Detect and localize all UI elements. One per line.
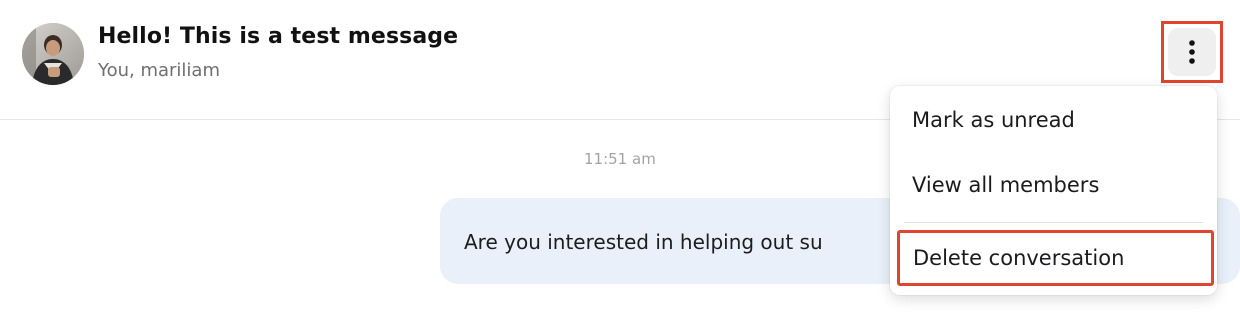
menu-item-view-all-members[interactable]: View all members (890, 157, 1217, 213)
conversation-options-menu: Mark as unread View all members Delete c… (890, 86, 1217, 295)
message-timestamp: 11:51 am (584, 150, 656, 168)
conversation-view: Hello! This is a test message You, maril… (0, 0, 1240, 322)
message-text: Are you interested in helping out su (464, 230, 823, 254)
menu-item-label: Mark as unread (912, 108, 1075, 132)
menu-item-label: Delete conversation (913, 246, 1125, 270)
more-vertical-icon (1189, 40, 1195, 64)
menu-divider (904, 222, 1203, 223)
avatar-photo (22, 23, 84, 85)
conversation-title: Hello! This is a test message (98, 24, 459, 49)
menu-item-mark-as-unread[interactable]: Mark as unread (890, 92, 1217, 148)
avatar[interactable] (22, 23, 84, 85)
more-options-button-bg (1168, 28, 1216, 76)
menu-item-label: View all members (912, 173, 1100, 197)
conversation-participants: You, mariliam (98, 60, 221, 81)
more-options-button[interactable] (1161, 21, 1223, 83)
menu-item-delete-conversation[interactable]: Delete conversation (897, 230, 1214, 286)
